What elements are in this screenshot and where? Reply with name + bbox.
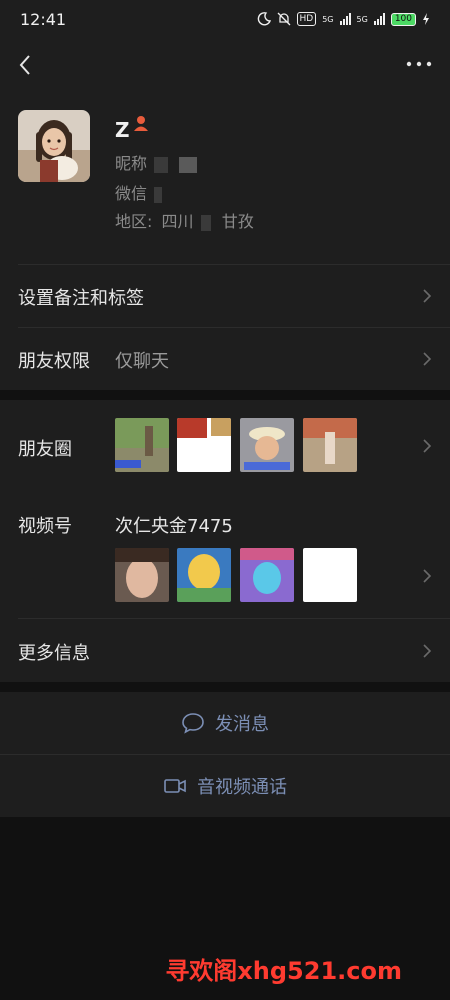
chevron-right-icon [423, 569, 432, 583]
redaction-mask [179, 156, 198, 173]
moments-thumbnail [177, 418, 231, 472]
row-channels-label: 视频号 [18, 516, 72, 537]
row-more-info-label: 更多信息 [18, 643, 90, 664]
row-permission-label: 朋友权限 [18, 351, 90, 372]
row-more-info[interactable]: 更多信息 [0, 618, 450, 682]
status-icons: HD 5G 5G 100 [257, 12, 430, 26]
social-section: 朋友圈 视频号 次仁央金7475 更多信息 [0, 400, 450, 682]
region-city: 甘孜 [221, 212, 254, 231]
moon-icon [257, 12, 271, 26]
redaction-mask [154, 186, 163, 203]
row-channels[interactable]: 视频号 次仁央金7475 [0, 492, 450, 618]
redaction-mask [200, 214, 211, 231]
status-bar: 12:41 HD 5G 5G 100 [0, 0, 450, 40]
video-call-button[interactable]: 音视频通话 [0, 755, 450, 817]
chevron-right-icon [423, 289, 432, 303]
signal-bars-icon [339, 13, 351, 25]
network-5g-label-2: 5G [356, 14, 368, 24]
back-icon[interactable] [12, 50, 42, 80]
wechat-id-line: 微信 [115, 180, 163, 204]
row-tags-label: 设置备注和标签 [18, 288, 144, 309]
row-permission-value: 仅聊天 [115, 351, 169, 372]
network-5g-label-1: 5G [322, 14, 334, 24]
watermark-text: 寻欢阁xhg521.com [165, 957, 402, 985]
row-permission[interactable]: 朋友权限 仅聊天 [0, 327, 450, 390]
settings-section: 设置备注和标签 朋友权限 仅聊天 [0, 264, 450, 390]
row-channels-value: 次仁央金7475 [115, 516, 233, 537]
region-label: 地区: [115, 212, 153, 231]
profile-card: Z 昵称 微信 地区: 四川 甘孜 [0, 90, 450, 264]
wechat-id-label: 微信 [115, 184, 148, 203]
more-icon[interactable] [404, 54, 434, 74]
status-time: 12:41 [20, 10, 67, 29]
region-province: 四川 [161, 212, 194, 231]
moments-thumbnail [240, 418, 294, 472]
channels-thumbnail [115, 548, 169, 602]
profile-name: Z [115, 118, 130, 142]
mute-bell-icon [277, 12, 290, 26]
charging-icon [423, 13, 429, 25]
row-moments[interactable]: 朋友圈 [0, 400, 450, 492]
chat-bubble-icon [182, 713, 204, 734]
moments-thumbnail [303, 418, 357, 472]
video-camera-icon [164, 779, 186, 793]
nickname-line: 昵称 [115, 150, 198, 174]
top-bar [0, 40, 450, 90]
nickname-label: 昵称 [115, 154, 148, 173]
region-line: 地区: 四川 甘孜 [115, 208, 254, 232]
channels-thumbnail [303, 548, 357, 602]
video-call-label: 音视频通话 [197, 777, 287, 798]
battery-indicator: 100 [390, 12, 416, 26]
chevron-right-icon [423, 439, 432, 453]
row-tags[interactable]: 设置备注和标签 [0, 264, 450, 327]
redaction-mask [154, 156, 169, 173]
channels-thumbnail [240, 548, 294, 602]
hd-badge: HD [296, 12, 317, 26]
chevron-right-icon [423, 352, 432, 366]
send-message-label: 发消息 [215, 714, 269, 735]
channels-thumbnail [177, 548, 231, 602]
avatar[interactable] [18, 110, 90, 182]
gender-icon [134, 116, 148, 131]
send-message-button[interactable]: 发消息 [0, 692, 450, 754]
chevron-right-icon [423, 644, 432, 658]
row-moments-label: 朋友圈 [18, 439, 72, 460]
moments-thumbnail [115, 418, 169, 472]
signal-bars-icon [373, 13, 385, 25]
